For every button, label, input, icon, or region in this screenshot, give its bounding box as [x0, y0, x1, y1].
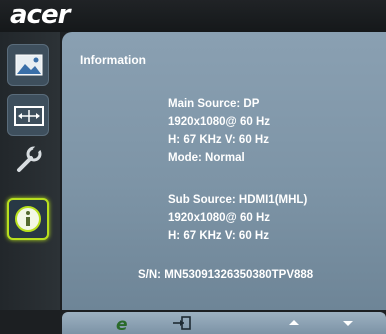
picture-icon	[15, 54, 43, 76]
acer-logo: acer	[10, 0, 70, 30]
info-icon	[15, 206, 41, 232]
sidebar-item-picture[interactable]	[7, 44, 49, 86]
exit-button[interactable]	[162, 312, 202, 334]
main-resolution: 1920x1080@ 60 Hz	[168, 116, 271, 128]
main-frequency: H: 67 KHz V: 60 Hz	[168, 134, 269, 146]
display-position-icon	[14, 106, 44, 126]
wrench-icon	[17, 144, 42, 172]
exit-icon	[173, 316, 191, 330]
sub-frequency: H: 67 KHz V: 60 Hz	[168, 230, 269, 242]
down-arrow-icon	[343, 321, 353, 326]
empowering-button[interactable]: e	[102, 312, 142, 334]
sidebar-item-settings[interactable]	[7, 138, 49, 180]
sidebar-item-information[interactable]	[7, 198, 49, 240]
sidebar-item-display[interactable]	[7, 94, 49, 136]
top-bar: acer	[0, 0, 386, 32]
sidebar	[0, 32, 60, 310]
panel-title: Information	[80, 53, 146, 67]
sub-source: Sub Source: HDMI1(MHL)	[168, 194, 308, 206]
main-source: Main Source: DP	[168, 98, 260, 110]
empowering-e-icon: e	[116, 315, 128, 334]
bottom-bar: e	[62, 312, 386, 334]
sub-resolution: 1920x1080@ 60 Hz	[168, 212, 271, 224]
up-arrow-icon	[289, 320, 299, 325]
down-button[interactable]	[328, 312, 368, 334]
main-mode: Mode: Normal	[168, 152, 245, 164]
serial-number: S/N: MN53091326350380TPV888	[138, 269, 314, 281]
up-button[interactable]	[274, 312, 314, 334]
information-panel: Information Main Source: DP 1920x1080@ 6…	[62, 32, 386, 310]
svg-text:e: e	[116, 315, 128, 334]
